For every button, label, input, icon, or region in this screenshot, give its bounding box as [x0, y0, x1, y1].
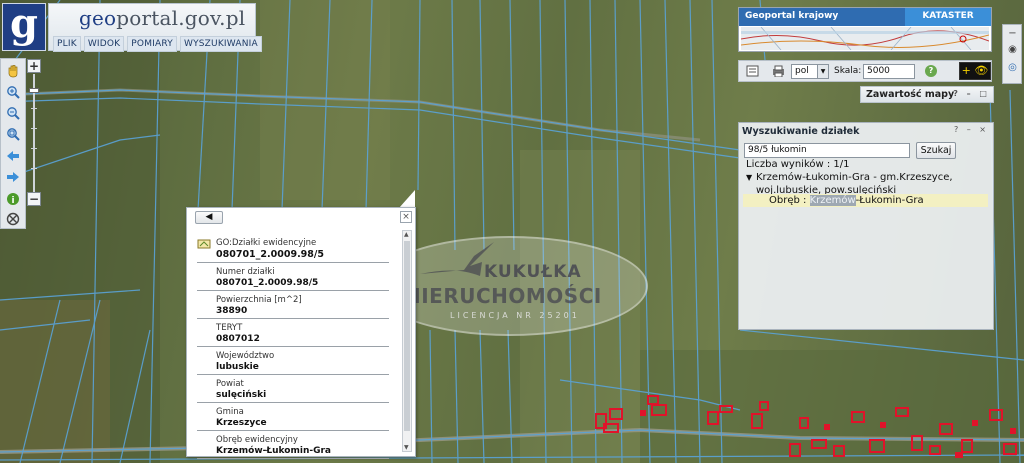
legend-icon[interactable] — [745, 65, 759, 78]
zoom-knob[interactable] — [29, 88, 39, 93]
field-obreb: Obręb ewidencyjny Krzemów-Łukomin-Gra — [197, 431, 389, 459]
overview-minimap[interactable] — [741, 27, 989, 50]
field-numer-dzialki: Numer działki 080701_2.0009.98/5 — [197, 263, 389, 291]
logo-letter: g — [10, 0, 38, 47]
search-panel-title: Wyszukiwanie działek — [742, 126, 860, 137]
result-group-line1[interactable]: Krzemów-Łukomin-Gra - gm.Krzeszyce, — [756, 172, 953, 183]
help-icon[interactable]: ? — [925, 65, 937, 77]
zoom-minus-button[interactable]: − — [27, 192, 41, 206]
scroll-up-icon[interactable]: ▲ — [404, 231, 409, 238]
field-teryt: TERYT 0807012 — [197, 319, 389, 347]
field-powierzchnia: Powierzchnia [m^2] 38890 — [197, 291, 389, 319]
header-bar: geoportal.gov.pl PLIK WIDOK POMIARY WYSZ… — [48, 3, 262, 52]
info-icon[interactable]: i — [4, 190, 22, 208]
menu-widok[interactable]: WIDOK — [83, 36, 125, 52]
parcel-search-panel: Wyszukiwanie działek ? – × 98/5 łukomin … — [738, 122, 994, 330]
search-button[interactable]: Szukaj — [916, 142, 956, 159]
left-toolbar: i — [0, 58, 26, 229]
map-contents-window-buttons[interactable]: ? – □ — [953, 89, 990, 98]
scale-label: Skala: — [834, 66, 862, 76]
popup-fields: GO:Działki ewidencyjne 080701_2.0009.98/… — [197, 234, 389, 459]
overview-map[interactable]: Geoportal krajowy KATASTER — [738, 7, 992, 52]
eye-toggle-button[interactable]: + 👁 — [959, 62, 991, 80]
print-icon[interactable] — [771, 65, 785, 78]
watermark-line2: NIERUCHOMOŚCI — [404, 284, 602, 308]
popup-scrollbar[interactable]: ▲ ▼ — [402, 230, 412, 452]
settings-icon[interactable] — [4, 210, 22, 228]
result-item-obreb[interactable]: Obręb : Krzemów-Łukomin-Gra — [743, 194, 988, 207]
zoom-out-icon[interactable] — [4, 104, 22, 122]
parcel-info-popup: ◀ × GO:Działki ewidencyjne 080701_2.0009… — [186, 207, 416, 459]
field-gmina: Gmina Krzeszyce — [197, 403, 389, 431]
map-contents-panel-header[interactable]: Zawartość mapy ? – □ — [860, 86, 994, 103]
language-select[interactable]: pol ▼ — [791, 64, 829, 79]
map-contents-title: Zawartość mapy — [866, 89, 955, 100]
menu-plik[interactable]: PLIK — [53, 36, 81, 52]
zoom-slider[interactable]: + − — [27, 58, 43, 208]
scale-input[interactable]: 5000 — [863, 64, 915, 79]
layers-icon[interactable]: ◉ — [1006, 43, 1019, 56]
zoom-extent-icon[interactable] — [4, 125, 22, 143]
parcel-search-input[interactable]: 98/5 łukomin — [744, 143, 910, 158]
menu-wyszukiwania[interactable]: WYSZUKIWANIA — [179, 36, 262, 52]
search-panel-window-buttons[interactable]: ? – × — [954, 125, 989, 134]
menu-pomiary[interactable]: POMIARY — [127, 36, 177, 52]
tab-kataster[interactable]: KATASTER — [905, 8, 991, 26]
forward-arrow-icon[interactable] — [4, 168, 22, 186]
eye-icon[interactable]: ◎ — [1006, 61, 1019, 74]
main-menu: PLIK WIDOK POMIARY WYSZUKIWANIA — [53, 36, 262, 52]
popup-tail — [399, 190, 415, 208]
geoportal-logo[interactable]: g — [2, 3, 46, 51]
back-arrow-icon[interactable] — [4, 147, 22, 165]
scroll-down-icon[interactable]: ▼ — [404, 444, 409, 451]
watermark-line3: LICENCJA NR 25201 — [450, 311, 580, 320]
field-powiat: Powiat sulęciński — [197, 375, 389, 403]
collapse-icon[interactable]: − — [1006, 27, 1019, 40]
scroll-thumb[interactable] — [404, 241, 410, 431]
results-count: Liczba wyników : 1/1 — [746, 159, 850, 170]
tree-expand-icon[interactable]: ▼ — [746, 171, 756, 184]
zoom-in-icon[interactable] — [4, 83, 22, 101]
site-title: geoportal.gov.pl — [79, 6, 246, 30]
popup-close-button[interactable]: × — [400, 211, 412, 223]
popup-back-button[interactable]: ◀ — [195, 211, 223, 224]
field-wojewodztwo: Województwo lubuskie — [197, 347, 389, 375]
map-toolbar: pol ▼ Skala: 5000 ? + 👁 — [738, 60, 992, 82]
right-edge-toolbar: − ◉ ◎ — [1002, 24, 1022, 84]
field-layer: GO:Działki ewidencyjne 080701_2.0009.98/… — [197, 234, 389, 263]
chevron-down-icon[interactable]: ▼ — [817, 65, 828, 78]
zoom-plus-button[interactable]: + — [27, 59, 41, 73]
watermark-line1: KUKUŁKA — [484, 262, 582, 282]
tab-geoportal-krajowy[interactable]: Geoportal krajowy — [739, 8, 905, 26]
pan-hand-icon[interactable] — [4, 62, 22, 80]
svg-text:i: i — [11, 196, 14, 206]
